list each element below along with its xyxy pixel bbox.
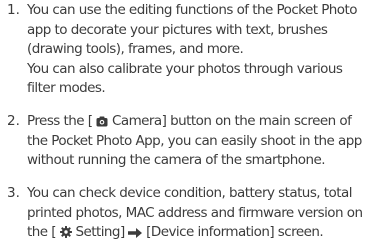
step-1-line-4: You can also calibrate your photos throu… [27, 60, 343, 77]
step-1-line-1: You can use the editing functions of the… [27, 2, 358, 18]
step-2-line-2: the Pocket Photo App, you can easily sho… [27, 132, 362, 149]
step-3-setting-text: Setting] [71, 224, 129, 240]
step-number: 1. [7, 2, 20, 18]
step-2-line-3: without running the camera of the smartp… [27, 152, 326, 168]
gear-icon [59, 225, 72, 245]
step-2-text-before-icon: Press the [ [27, 113, 97, 129]
step-1-line-2: app to decorate your pictures with text,… [27, 21, 328, 38]
step-3-text-after-icon: [Device information] screen. [142, 224, 324, 240]
step-3-text-before-icon: the [ [27, 224, 60, 240]
step-number: 2. [7, 113, 20, 129]
step-number: 3. [7, 185, 20, 201]
step-3-line-3: the [ Setting] [Device information] scre… [27, 223, 324, 245]
right-arrow-icon [128, 225, 143, 245]
manual-page: 1. You can use the editing functions of … [0, 0, 390, 250]
step-3-line-1: You can check device condition, battery … [27, 185, 352, 201]
step-3-line-2: printed photos, MAC address and firmware… [27, 204, 363, 221]
step-2-line-1: Press the [ Camera] button on the main s… [27, 112, 352, 134]
step-1-line-3: (drawing tools), frames, and more. [27, 41, 244, 57]
step-2-text-after-icon: Camera] button on the main screen of [108, 113, 352, 129]
step-1-line-5: filter modes. [27, 80, 106, 96]
